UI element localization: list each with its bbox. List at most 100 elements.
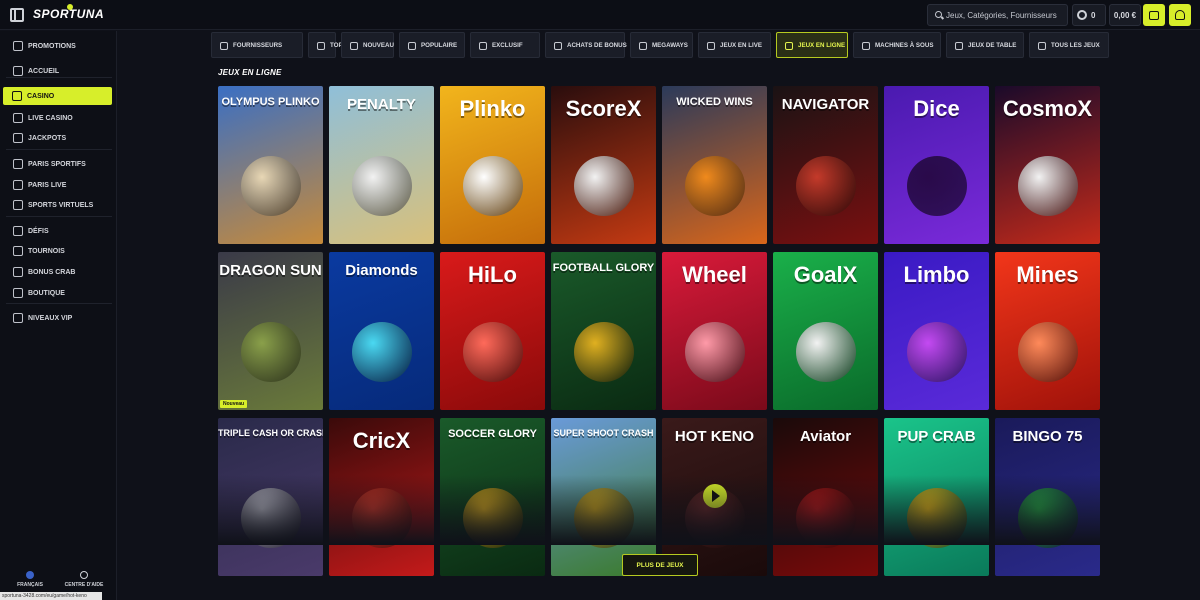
- tab-megaways[interactable]: MEGAWAYS: [630, 32, 693, 58]
- sidebar-item-casino[interactable]: CASINO: [3, 87, 112, 105]
- coin-icon: [1077, 10, 1087, 20]
- game-title: HiLo: [468, 262, 517, 287]
- game-title: Dice: [913, 96, 960, 121]
- sidebar-item-jackpots[interactable]: JACKPOTS: [4, 129, 112, 147]
- tab-populaire[interactable]: POPULAIRE: [399, 32, 465, 58]
- game-title: PENALTY: [347, 96, 416, 113]
- game-artwork: [351, 322, 412, 382]
- sidebar-item-paris-live[interactable]: PARIS LIVE: [4, 176, 112, 194]
- game-artwork: [684, 322, 745, 382]
- sidebar-item-paris-sportifs[interactable]: PARIS SPORTIFS: [4, 155, 112, 173]
- balance-display[interactable]: 0,00 €: [1109, 4, 1141, 26]
- game-title: TRIPLE CASH OR CRASH: [218, 428, 323, 438]
- tab-label: POPULAIRE: [421, 41, 458, 49]
- sidebar-divider: [6, 216, 112, 217]
- megaways-icon: [639, 42, 647, 50]
- game-card[interactable]: Diamonds: [329, 252, 434, 410]
- game-card[interactable]: FOOTBALL GLORY: [551, 252, 656, 410]
- game-card[interactable]: GoalX: [773, 252, 878, 410]
- tab-tous-les-jeux[interactable]: TOUS LES JEUX: [1029, 32, 1109, 58]
- gem-icon: [479, 42, 487, 50]
- tab-label: NOUVEAU: [363, 41, 394, 49]
- layers-icon: [220, 42, 228, 50]
- game-card[interactable]: Plinko: [440, 86, 545, 244]
- tab-label: JEUX EN LIGNE: [798, 41, 846, 49]
- game-card[interactable]: WICKED WINS: [662, 86, 767, 244]
- game-card[interactable]: Dice: [884, 86, 989, 244]
- more-games-button[interactable]: PLUS DE JEUX: [622, 554, 698, 576]
- tab-jeux-en-live[interactable]: JEUX EN LIVE: [698, 32, 771, 58]
- game-artwork: [795, 156, 856, 216]
- section-title: JEUX EN LIGNE: [218, 68, 282, 77]
- game-card[interactable]: ScoreX: [551, 86, 656, 244]
- help-icon: [80, 571, 88, 579]
- game-card[interactable]: Mines: [995, 252, 1100, 410]
- sidebar-item-sports-virtuels[interactable]: SPORTS VIRTUELS: [4, 196, 112, 214]
- game-title: WICKED WINS: [676, 96, 753, 108]
- sidebar-item-défis[interactable]: DÉFIS: [4, 222, 112, 240]
- sidebar-item-bonus-crab[interactable]: BONUS CRAB: [4, 263, 112, 281]
- language-label: FRANÇAIS: [17, 582, 43, 588]
- sidebar-item-label: TOURNOIS: [28, 247, 65, 255]
- search-placeholder: Jeux, Catégories, Fournisseurs: [946, 10, 1057, 20]
- sports-icon: [13, 159, 23, 169]
- game-title: CricX: [352, 428, 411, 453]
- tab-achats-de-bonus[interactable]: ACHATS DE BONUS: [545, 32, 627, 58]
- game-card[interactable]: Limbo: [884, 252, 989, 410]
- sidebar-item-label: NIVEAUX VIP: [28, 314, 73, 322]
- top-bar: SPORTUNA Jeux, Catégories, Fournisseurs …: [0, 0, 1200, 30]
- tab-top[interactable]: TOP: [308, 32, 343, 58]
- sidebar-divider: [6, 77, 112, 78]
- logo[interactable]: SPORTUNA: [33, 4, 104, 21]
- help-center-link[interactable]: CENTRE D'AIDE: [60, 571, 108, 588]
- bag-icon: [554, 42, 562, 50]
- game-artwork: [462, 156, 523, 216]
- tab-jeux-de-table[interactable]: JEUX DE TABLE: [946, 32, 1024, 58]
- sidebar-item-tournois[interactable]: TOURNOIS: [4, 242, 112, 260]
- grid-icon: [1038, 42, 1046, 50]
- status-url: sportuna-3428.com/eu/game/hot-keno: [0, 592, 102, 600]
- tab-nouveau[interactable]: NOUVEAU: [341, 32, 394, 58]
- sidebar-item-boutique[interactable]: BOUTIQUE: [4, 284, 112, 302]
- sidebar-item-promotions[interactable]: PROMOTIONS: [4, 37, 112, 55]
- game-card[interactable]: Wheel: [662, 252, 767, 410]
- tab-fournisseurs[interactable]: FOURNISSEURS: [211, 32, 303, 58]
- tab-jeux-en-ligne[interactable]: JEUX EN LIGNE: [776, 32, 848, 58]
- sidebar-item-label: BOUTIQUE: [28, 289, 65, 297]
- tab-machines-à-sous[interactable]: MACHINES À SOUS: [853, 32, 941, 58]
- game-title: Aviator: [799, 428, 852, 445]
- game-title: FOOTBALL GLORY: [552, 262, 655, 274]
- account-button[interactable]: [1169, 4, 1191, 26]
- game-title: Wheel: [682, 262, 747, 287]
- game-card[interactable]: PENALTY: [329, 86, 434, 244]
- casino-icon: [12, 91, 22, 101]
- challenge-icon: [13, 226, 23, 236]
- game-artwork: [1017, 322, 1078, 382]
- tab-exclusif[interactable]: EXCLUSIF: [470, 32, 540, 58]
- game-title: OLYMPUS PLINKO: [221, 96, 320, 108]
- search-input[interactable]: Jeux, Catégories, Fournisseurs: [927, 4, 1068, 26]
- sidebar-item-niveaux-vip[interactable]: NIVEAUX VIP: [4, 309, 112, 327]
- sidebar-item-label: LIVE CASINO: [28, 114, 73, 122]
- coins-display[interactable]: 0: [1072, 4, 1106, 26]
- flame-icon: [408, 42, 416, 50]
- game-card[interactable]: DRAGON SUN Nouveau: [218, 252, 323, 410]
- category-tabs: FOURNISSEURS TOP NOUVEAU POPULAIRE EXCLUSIF A…: [211, 32, 1111, 58]
- game-card[interactable]: OLYMPUS PLINKO: [218, 86, 323, 244]
- game-card[interactable]: HiLo: [440, 252, 545, 410]
- language-selector[interactable]: FRANÇAIS: [6, 571, 54, 588]
- game-card[interactable]: CosmoX: [995, 86, 1100, 244]
- chip-icon: [955, 42, 963, 50]
- menu-toggle-icon[interactable]: [10, 8, 24, 22]
- gamepad-icon: [785, 42, 793, 50]
- diamond-icon: [13, 313, 23, 323]
- tab-label: FOURNISSEURS: [233, 41, 283, 49]
- game-artwork: [906, 156, 967, 216]
- game-card[interactable]: NAVIGATOR: [773, 86, 878, 244]
- tab-label: TOUS LES JEUX: [1051, 41, 1100, 49]
- game-title: BINGO 75: [1012, 428, 1083, 445]
- sidebar-item-live-casino[interactable]: LIVE CASINO: [4, 109, 112, 127]
- wallet-button[interactable]: [1143, 4, 1165, 26]
- home-icon: [13, 66, 23, 76]
- tab-label: MEGAWAYS: [652, 41, 688, 49]
